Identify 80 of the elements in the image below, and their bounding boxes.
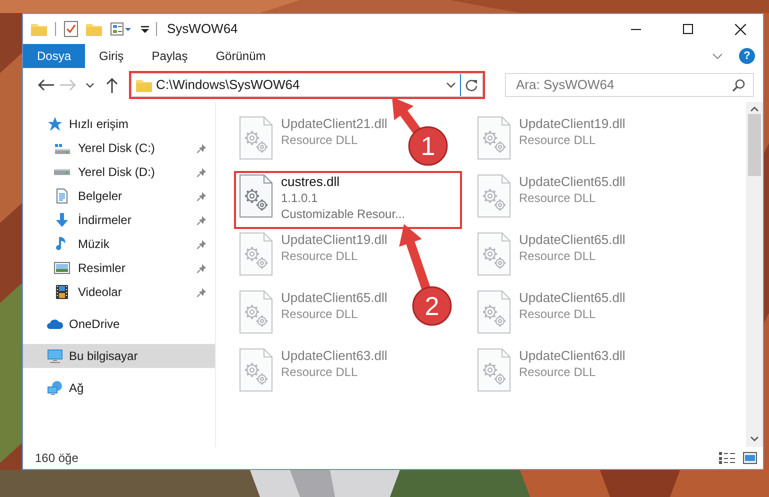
file-item[interactable]: UpdateClient65.dll Resource DLL (472, 229, 630, 287)
pin-icon[interactable] (197, 191, 207, 201)
pin-icon[interactable] (197, 167, 207, 177)
forward-arrow-icon (60, 79, 76, 91)
gear-file-icon (477, 116, 511, 160)
document-icon (54, 188, 70, 204)
ribbon-tab[interactable]: Dosya (23, 44, 86, 68)
scroll-up-icon (750, 106, 759, 112)
ribbon-tab[interactable]: Paylaş (138, 44, 202, 68)
file-item[interactable]: UpdateClient19.dll Resource DLL (472, 113, 630, 171)
sidebar-item[interactable]: Müzik (23, 232, 215, 256)
sidebar-item[interactable]: Yerel Disk (D:) (23, 160, 215, 184)
up-arrow-icon (106, 78, 118, 92)
film-icon (54, 284, 70, 300)
scrollbar[interactable] (746, 102, 763, 447)
gear-file-icon (477, 174, 511, 218)
file-item[interactable]: UpdateClient63.dll Resource DLL (234, 345, 392, 403)
pin-icon[interactable] (197, 215, 207, 225)
address-bar[interactable]: C:\Windows\SysWOW64 (131, 73, 483, 97)
download-icon (54, 212, 70, 228)
network-icon (47, 380, 63, 396)
drive-icon (54, 169, 70, 175)
star-icon (47, 116, 63, 132)
chevron-down-icon (86, 82, 94, 88)
refresh-icon[interactable] (465, 78, 478, 92)
picture-icon (54, 260, 70, 276)
monitor-icon (47, 348, 63, 364)
dropdown-icon[interactable] (140, 24, 150, 34)
file-item[interactable]: UpdateClient19.dll Resource DLL (234, 229, 392, 287)
file-item[interactable]: UpdateClient65.dll Resource DLL (472, 171, 630, 229)
pin-icon[interactable] (197, 263, 207, 273)
step-number-badge: 1 (408, 126, 448, 166)
gear-file-icon (477, 290, 511, 334)
properties-icon[interactable] (64, 21, 78, 37)
pin-icon[interactable] (197, 143, 207, 153)
sidebar-item[interactable]: Hızlı erişim (23, 112, 215, 136)
sidebar-item[interactable]: Videolar (23, 280, 215, 304)
file-item[interactable]: UpdateClient65.dll Resource DLL (234, 287, 392, 345)
sidebar-item[interactable]: Bu bilgisayar (23, 344, 215, 368)
sidebar-item[interactable]: Ağ (23, 376, 215, 400)
sidebar-item[interactable]: Belgeler (23, 184, 215, 208)
pin-icon[interactable] (197, 239, 207, 249)
help-button[interactable]: ? (739, 48, 755, 64)
sidebar-item[interactable]: Resimler (23, 256, 215, 280)
gear-file-icon (239, 348, 273, 392)
layout-icon[interactable] (110, 21, 132, 37)
search-field[interactable]: Ara: SysWOW64 (505, 73, 754, 97)
file-item[interactable]: custres.dll 1.1.0.1 Customizable Resour... (234, 171, 462, 229)
maximize-icon (683, 24, 693, 34)
search-icon (732, 78, 745, 92)
large-icons-view-icon[interactable] (743, 452, 757, 464)
gear-file-icon (477, 348, 511, 392)
sidebar-item[interactable]: OneDrive (23, 312, 215, 336)
pin-icon[interactable] (197, 287, 207, 297)
item-count: 160 öğe (35, 450, 80, 467)
scrollbar-thumb[interactable] (748, 114, 761, 176)
scroll-down-icon (750, 436, 759, 442)
file-item[interactable]: UpdateClient21.dll Resource DLL (234, 113, 392, 171)
arrow (392, 97, 422, 136)
back-arrow-icon (38, 79, 54, 91)
details-view-icon[interactable] (719, 452, 735, 464)
gear-file-icon (239, 290, 273, 334)
expand-ribbon-icon[interactable] (712, 52, 723, 60)
file-item[interactable]: UpdateClient65.dll Resource DLL (472, 287, 630, 345)
dropdown-chevron-icon[interactable] (446, 82, 456, 88)
ribbon-tab[interactable]: Görünüm (202, 44, 280, 68)
gear-file-icon (239, 174, 273, 218)
sidebar-item[interactable]: İndirmeler (23, 208, 215, 232)
gear-file-icon (239, 116, 273, 160)
close-icon (734, 24, 746, 34)
minimize-icon (631, 28, 641, 30)
gear-file-icon (477, 232, 511, 276)
address-input[interactable]: C:\Windows\SysWOW64 (152, 75, 442, 95)
gear-file-icon (239, 232, 273, 276)
ribbon-tab[interactable]: Giriş (85, 44, 138, 68)
file-item[interactable]: UpdateClient63.dll Resource DLL (472, 345, 630, 403)
window-title: SysWOW64 (167, 20, 238, 38)
sidebar-item[interactable]: Yerel Disk (C:) (23, 136, 215, 160)
folder-icon (136, 77, 152, 93)
step-number-badge: 2 (412, 286, 452, 326)
